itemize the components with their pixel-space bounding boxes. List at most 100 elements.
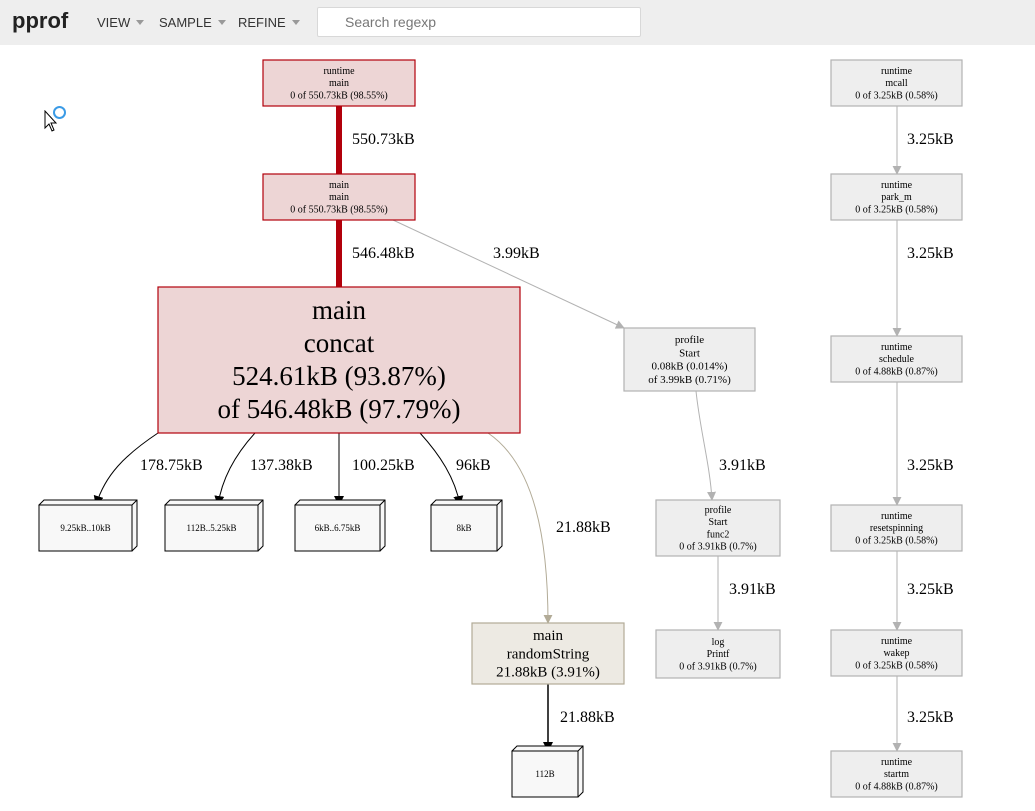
size-tag-label: 112B bbox=[535, 769, 554, 779]
edge-runtime_main-to-main_main[interactable]: 550.73kB bbox=[336, 106, 415, 175]
edge-main_concat-to-b3[interactable]: 100.25kB bbox=[334, 433, 415, 506]
edge-label: 100.25kB bbox=[352, 457, 415, 474]
node-label-line: concat bbox=[304, 328, 375, 358]
node-label-line: runtime bbox=[881, 180, 913, 191]
node-label-line: runtime bbox=[881, 757, 913, 768]
edge-label: 137.38kB bbox=[250, 457, 313, 474]
node-label-line: 0 of 3.25kB (0.58%) bbox=[855, 204, 938, 215]
node-main-concat[interactable]: mainconcat524.61kB (93.87%)of 546.48kB (… bbox=[157, 286, 521, 434]
edge-label: 550.73kB bbox=[352, 131, 415, 148]
edge-line[interactable] bbox=[695, 390, 717, 501]
refine-menu[interactable]: REFINE bbox=[238, 15, 300, 30]
edge-runtime_schedule-to-runtime_resetspinning[interactable]: 3.25kB bbox=[892, 382, 954, 506]
sample-menu[interactable]: SAMPLE bbox=[159, 15, 226, 30]
node-label-line: wakep bbox=[883, 648, 909, 659]
size-tag-label: 6kB..6.75kB bbox=[315, 523, 361, 533]
node-label-line: 0 of 3.25kB (0.58%) bbox=[855, 90, 938, 101]
node-label-line: main bbox=[533, 628, 563, 644]
edge-label: 96kB bbox=[456, 457, 491, 474]
node-label-line: 0.08kB (0.014%) bbox=[651, 361, 727, 373]
node-label-line: runtime bbox=[881, 66, 913, 77]
node-label-line: runtime bbox=[881, 636, 913, 647]
node-label-line: runtime bbox=[323, 66, 355, 77]
node-profile-start[interactable]: profileStart 0.08kB (0.014%)of 3.99kB (0.… bbox=[623, 327, 756, 392]
node-label-line: park_m bbox=[881, 192, 912, 203]
size-tag-label: 8kB bbox=[456, 523, 471, 533]
node-label-line: 524.61kB (93.87%) bbox=[232, 361, 446, 391]
node-label-line: 0 of 550.73kB (98.55%) bbox=[290, 90, 388, 101]
size-tag-box[interactable]: 6kB..6.75kB bbox=[294, 499, 386, 552]
node-label-line: startm bbox=[884, 769, 909, 780]
edge-runtime_park_m-to-runtime_schedule[interactable]: 3.25kB bbox=[892, 220, 954, 337]
edge-main_concat-to-b2[interactable]: 137.38kB bbox=[214, 432, 313, 506]
node-label-line: runtime bbox=[881, 342, 913, 353]
node-label-line: 0 of 3.91kB (0.7%) bbox=[679, 661, 757, 672]
node-label-line: log bbox=[712, 637, 725, 648]
edge-profile_start_func2-to-log_printf[interactable]: 3.91kB bbox=[713, 556, 776, 631]
node-label-line: runtime bbox=[881, 511, 913, 522]
edge-main_concat-to-main_randomString[interactable]: 21.88kB bbox=[487, 432, 611, 624]
size-tag-box[interactable]: 8kB bbox=[430, 499, 503, 552]
edge-main_randomString-to-b5[interactable]: 21.88kB bbox=[543, 684, 615, 752]
loading-spinner-icon bbox=[53, 106, 66, 119]
node-label-line: profile bbox=[705, 505, 732, 516]
node-label-line: of 3.99kB (0.71%) bbox=[648, 374, 731, 386]
node-label-line: profile bbox=[675, 334, 704, 346]
refine-menu-label: REFINE bbox=[238, 15, 286, 30]
node-label-line: main bbox=[329, 192, 349, 203]
size-tag-label: 112B..5.25kB bbox=[187, 523, 237, 533]
node-runtime-schedule[interactable]: runtimeschedule0 of 4.88kB (0.87%) bbox=[830, 335, 963, 383]
node-label-line: 0 of 4.88kB (0.87%) bbox=[855, 366, 938, 377]
node-label-line: 0 of 3.91kB (0.7%) bbox=[679, 542, 757, 553]
node-runtime-mcall[interactable]: runtimemcall0 of 3.25kB (0.58%) bbox=[830, 59, 963, 107]
edge-profile_start-to-profile_start_func2[interactable]: 3.91kB bbox=[695, 390, 766, 501]
node-main-randomString[interactable]: main randomString 21.88kB (3.91%) bbox=[471, 622, 625, 685]
node-label-line: schedule bbox=[879, 354, 915, 365]
size-tag-box[interactable]: 112B..5.25kB bbox=[164, 499, 264, 552]
edge-label: 3.99kB bbox=[493, 245, 540, 262]
edge-runtime_mcall-to-runtime_park_m[interactable]: 3.25kB bbox=[892, 106, 954, 175]
node-label-line: 21.88kB (3.91%) bbox=[496, 665, 600, 681]
edge-label: 21.88kB bbox=[560, 709, 615, 726]
node-label-line: 0 of 4.88kB (0.87%) bbox=[855, 781, 938, 792]
search-box bbox=[317, 7, 641, 37]
app-title: pprof bbox=[12, 8, 69, 33]
node-label-line: Printf bbox=[707, 649, 730, 660]
edge-label: 21.88kB bbox=[556, 519, 611, 536]
node-label-line: main bbox=[329, 78, 349, 89]
edge-line[interactable] bbox=[419, 432, 464, 506]
node-label-line: func2 bbox=[707, 529, 730, 540]
node-label-line: of 546.48kB (97.79%) bbox=[218, 394, 461, 424]
node-main-main[interactable]: mainmain0 of 550.73kB (98.55%) bbox=[262, 173, 416, 221]
size-tag-box[interactable]: 9.25kB..10kB bbox=[38, 499, 138, 552]
edge-main_concat-to-b4[interactable]: 96kB bbox=[419, 432, 491, 506]
edge-label: 3.91kB bbox=[719, 457, 766, 474]
node-label-line: Start bbox=[679, 347, 700, 359]
node-label-line: main bbox=[312, 295, 366, 325]
call-graph[interactable]: 550.73kB 546.48kB 3.99kB 178.75kB 137.38kB 10… bbox=[0, 45, 1035, 811]
search-input[interactable] bbox=[318, 8, 640, 36]
node-runtime-main[interactable]: runtimemain0 of 550.73kB (98.55%) bbox=[262, 59, 416, 107]
edge-main_concat-to-b1[interactable]: 178.75kB bbox=[93, 432, 203, 506]
node-runtime-wakep[interactable]: runtimewakep0 of 3.25kB (0.58%) bbox=[830, 629, 963, 677]
view-menu[interactable]: VIEW bbox=[97, 15, 145, 30]
edge-label: 546.48kB bbox=[352, 245, 415, 262]
edge-runtime_wakep-to-runtime_startm[interactable]: 3.25kB bbox=[892, 676, 954, 752]
node-label-line: resetspinning bbox=[870, 523, 923, 534]
node-profile-start-func2[interactable]: profileStartfunc2 0 of 3.91kB (0.7%) bbox=[655, 499, 781, 557]
edge-label: 178.75kB bbox=[140, 457, 203, 474]
node-label-line: 0 of 3.25kB (0.58%) bbox=[855, 660, 938, 671]
node-log-printf[interactable]: logPrintf0 of 3.91kB (0.7%) bbox=[655, 629, 781, 679]
node-label-line: 0 of 550.73kB (98.55%) bbox=[290, 204, 388, 215]
chevron-down-icon bbox=[136, 20, 145, 25]
edge-runtime_resetspinning-to-runtime_wakep[interactable]: 3.25kB bbox=[892, 551, 954, 631]
chevron-down-icon bbox=[217, 20, 226, 25]
edge-label: 3.25kB bbox=[907, 709, 954, 726]
edge-label: 3.25kB bbox=[907, 457, 954, 474]
node-label-line: Start bbox=[709, 517, 728, 528]
size-tag-box[interactable]: 112B bbox=[511, 745, 584, 798]
node-runtime-park-m[interactable]: runtimepark_m0 of 3.25kB (0.58%) bbox=[830, 173, 963, 221]
edge-main_main-to-main_concat[interactable]: 546.48kB bbox=[336, 220, 415, 288]
node-runtime-startm[interactable]: runtimestartm0 of 4.88kB (0.87%) bbox=[830, 750, 963, 798]
node-runtime-resetspinning[interactable]: runtimeresetspinning0 of 3.25kB (0.58%) bbox=[830, 504, 963, 552]
